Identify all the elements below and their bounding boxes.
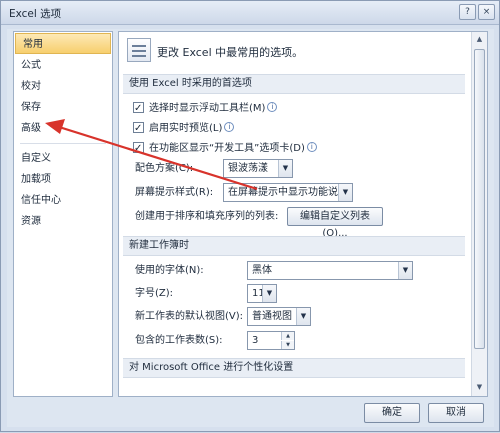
font-size-select[interactable]: 11 ▼ [247,284,277,303]
section-new-workbook-header: 新建工作簿时 [123,236,465,256]
excel-options-window: Excel 选项 ? × 常用 公式 校对 保存 高级 自定义 加载项 信任中心… [0,0,500,432]
sidebar-item-label: 校对 [21,81,41,92]
ok-button[interactable]: 确定 [364,403,420,423]
sidebar-item-advanced[interactable]: 高级 [14,118,112,139]
sheet-count-label: 包含的工作表数(S): [135,335,223,346]
live-preview-checkbox[interactable]: ✓ [133,121,144,134]
options-panel: 更改 Excel 中最常用的选项。 使用 Excel 时采用的首选项 ✓ 选择时显… [118,31,488,397]
window-title: Excel 选项 [9,8,62,20]
sidebar-item-formulas[interactable]: 公式 [14,55,112,76]
screentip-style-label: 屏幕提示样式(R): [135,187,214,198]
sidebar-item-resources[interactable]: 资源 [14,211,112,232]
floating-toolbar-checkbox[interactable]: ✓ [133,101,144,114]
screentip-style-select[interactable]: 在屏幕提示中显示功能说明 ▼ [223,183,353,202]
sheet-count-stepper[interactable]: 3 ▲ ▼ [247,331,295,350]
panel-title: 更改 Excel 中最常用的选项。 [157,46,304,59]
title-bar: Excel 选项 ? × [1,1,499,25]
section-preferences-header: 使用 Excel 时采用的首选项 [123,74,465,94]
close-button[interactable]: × [478,4,495,20]
info-icon: i [224,122,235,132]
sidebar-item-customize[interactable]: 自定义 [14,148,112,169]
live-preview-option[interactable]: ✓ 启用实时预览(L) i [133,120,235,138]
developer-tab-label: 在功能区显示“开发工具”选项卡(D) [149,143,305,154]
font-value: 黑体 [252,265,272,276]
panel-header: 更改 Excel 中最常用的选项。 [125,36,465,72]
sidebar-item-label: 资源 [21,216,41,227]
help-button[interactable]: ? [459,4,476,20]
panel-scrollbar[interactable]: ▲ ▼ [471,32,487,396]
chevron-down-icon: ▼ [338,184,352,201]
sidebar-item-common[interactable]: 常用 [15,33,111,54]
spin-up-icon[interactable]: ▲ [281,332,294,340]
check-icon: ✓ [134,102,143,114]
chevron-down-icon: ▼ [398,262,412,279]
edit-custom-lists-button[interactable]: 编辑自定义列表(O)... [287,207,383,239]
cancel-button[interactable]: 取消 [428,403,484,423]
options-sidebar: 常用 公式 校对 保存 高级 自定义 加载项 信任中心 资源 [13,31,113,397]
options-icon [127,38,151,62]
scroll-down-icon[interactable]: ▼ [472,380,487,395]
color-scheme-label: 配色方案(C): [135,163,194,174]
developer-tab-option[interactable]: ✓ 在功能区显示“开发工具”选项卡(D) i [133,140,317,158]
dialog-body: 常用 公式 校对 保存 高级 自定义 加载项 信任中心 资源 更改 Excel … [7,29,494,427]
live-preview-label: 启用实时预览(L) [149,123,223,134]
font-select[interactable]: 黑体 ▼ [247,261,413,280]
screentip-style-value: 在屏幕提示中显示功能说明 [228,187,348,198]
sidebar-item-label: 加载项 [21,174,51,185]
check-icon: ✓ [134,122,143,134]
info-icon: i [306,142,317,152]
color-scheme-select[interactable]: 银波荡漾 ▼ [223,159,293,178]
sidebar-item-save[interactable]: 保存 [14,97,112,118]
custom-lists-label: 创建用于排序和填充序列的列表: [135,211,279,222]
sidebar-item-label: 公式 [21,60,41,71]
sidebar-divider [20,143,106,144]
sidebar-item-label: 信任中心 [21,195,61,206]
default-view-label: 新工作表的默认视图(V): [135,311,244,322]
scroll-up-icon[interactable]: ▲ [472,32,487,47]
default-view-select[interactable]: 普通视图 ▼ [247,307,311,326]
section-personalize-header: 对 Microsoft Office 进行个性化设置 [123,358,465,378]
spin-down-icon[interactable]: ▼ [281,341,294,349]
sidebar-item-label: 常用 [23,39,43,50]
sidebar-item-proofing[interactable]: 校对 [14,76,112,97]
chevron-down-icon: ▼ [296,308,310,325]
info-icon: i [267,102,278,112]
floating-toolbar-label: 选择时显示浮动工具栏(M) [149,103,266,114]
sidebar-item-addins[interactable]: 加载项 [14,169,112,190]
color-scheme-value: 银波荡漾 [228,163,268,174]
font-size-label: 字号(Z): [135,288,174,299]
sidebar-item-label: 高级 [21,123,41,134]
chevron-down-icon: ▼ [278,160,292,177]
sidebar-item-label: 保存 [21,102,41,113]
chevron-down-icon: ▼ [262,285,276,302]
sidebar-item-trust-center[interactable]: 信任中心 [14,190,112,211]
scrollbar-thumb[interactable] [474,49,485,349]
font-label: 使用的字体(N): [135,265,204,276]
check-icon: ✓ [134,142,143,154]
floating-toolbar-option[interactable]: ✓ 选择时显示浮动工具栏(M) i [133,100,278,118]
sidebar-item-label: 自定义 [21,153,51,164]
default-view-value: 普通视图 [252,311,292,322]
sheet-count-value: 3 [252,335,259,346]
developer-tab-checkbox[interactable]: ✓ [133,141,144,154]
